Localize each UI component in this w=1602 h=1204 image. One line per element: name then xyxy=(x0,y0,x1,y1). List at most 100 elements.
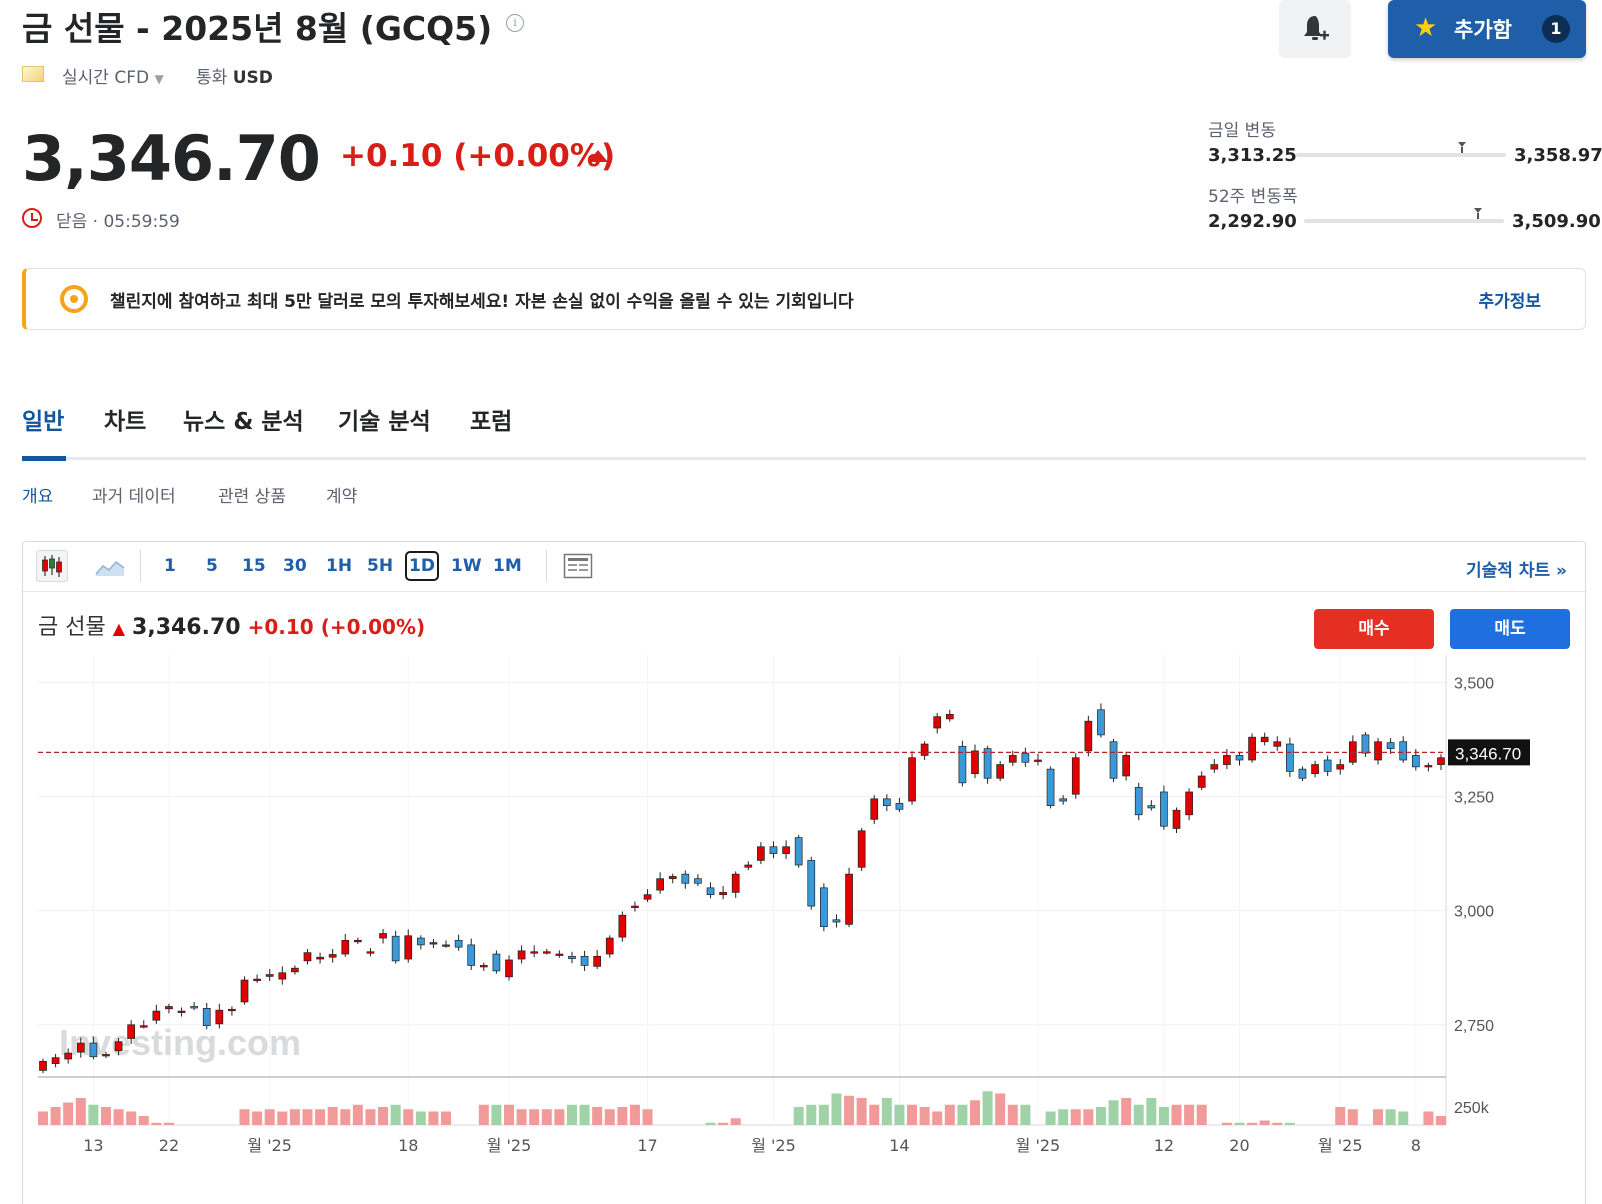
candle-body xyxy=(1411,755,1420,768)
candle-body xyxy=(51,1057,60,1064)
volume-bar xyxy=(806,1104,817,1125)
volume-bar xyxy=(138,1116,149,1125)
timeframe-5h[interactable]: 5H xyxy=(367,556,393,576)
clock-icon xyxy=(22,208,42,228)
x-tick-label: 18 xyxy=(398,1136,418,1155)
candle-body xyxy=(757,846,765,861)
info-icon[interactable]: i xyxy=(506,14,524,32)
volume-bar xyxy=(1083,1109,1094,1125)
volume-bar xyxy=(566,1104,577,1125)
volume-bar xyxy=(1133,1104,1144,1125)
currency-value: USD xyxy=(232,68,273,88)
timeframe-30min[interactable]: 30 xyxy=(283,556,307,576)
candle-body xyxy=(139,1025,148,1028)
volume-bar xyxy=(995,1093,1006,1125)
candle-body xyxy=(265,974,274,977)
candle-body xyxy=(971,750,979,775)
area-chart-icon[interactable] xyxy=(94,550,126,582)
candle-body xyxy=(1160,791,1168,827)
volume-bar xyxy=(932,1111,943,1125)
volume-bar xyxy=(352,1104,363,1125)
chart-change: +0.10 xyxy=(247,615,314,639)
x-tick-label: 8 xyxy=(1411,1136,1421,1155)
candle-body xyxy=(555,953,564,956)
candle-body xyxy=(354,939,362,943)
table-view-icon[interactable] xyxy=(562,550,594,582)
watchlist-label: 추가함 xyxy=(1454,18,1512,42)
arrow-up-icon xyxy=(588,150,608,162)
candle-body xyxy=(933,716,942,729)
realtime-cfd-dropdown[interactable]: 실시간 CFD ▼ xyxy=(62,63,164,88)
price-chart[interactable]: Investing.com3,346.703,5003,2503,0002,75… xyxy=(23,655,1583,1200)
candle-body xyxy=(1084,720,1093,752)
subtab-historical-data[interactable]: 과거 데이터 xyxy=(92,482,176,507)
add-alert-button[interactable] xyxy=(1279,0,1351,58)
volume-bar xyxy=(541,1109,552,1125)
subtab-overview[interactable]: 개요 xyxy=(22,482,53,507)
candle-body xyxy=(1097,709,1105,736)
timeframe-1w[interactable]: 1W xyxy=(451,556,482,576)
candle-body xyxy=(39,1060,47,1071)
candle-body xyxy=(1361,734,1370,754)
volume-bar xyxy=(75,1098,86,1125)
x-tick-label: 월 '25 xyxy=(1318,1136,1363,1155)
timeframe-1h[interactable]: 1H xyxy=(326,556,352,576)
week52-range-bar xyxy=(1304,219,1504,223)
candle-body xyxy=(983,748,992,779)
tab-general[interactable]: 일반 xyxy=(22,402,64,436)
timeframe-1d[interactable]: 1D xyxy=(405,551,439,581)
tab-technical-analysis[interactable]: 기술 분석 xyxy=(338,402,431,436)
subtab-contracts[interactable]: 계약 xyxy=(326,482,357,507)
tab-chart[interactable]: 차트 xyxy=(104,402,146,436)
candle-body xyxy=(807,860,816,907)
candle-body xyxy=(1147,805,1156,809)
candle-body xyxy=(731,873,740,893)
chart-quote-header: 금 선물 ▲ 3,346.70 +0.10 (+0.00%) xyxy=(38,609,425,641)
volume-bar xyxy=(1398,1111,1409,1125)
advanced-chart-link[interactable]: 기술적 차트 » xyxy=(1466,556,1567,581)
tab-news-analysis[interactable]: 뉴스 & 분석 xyxy=(183,402,304,436)
star-icon: ★ xyxy=(1414,13,1438,43)
x-tick-label: 14 xyxy=(889,1136,909,1155)
challenge-banner: 챌린지에 참여하고 최대 5만 달러로 모의 투자해보세요! 자본 손실 없이 … xyxy=(22,268,1586,330)
watchlist-button[interactable]: ★ 추가함 1 xyxy=(1388,0,1586,58)
volume-bar xyxy=(1436,1116,1446,1125)
timeframe-15min[interactable]: 15 xyxy=(242,556,266,576)
candle-body xyxy=(240,979,249,1003)
candle-body xyxy=(291,967,299,973)
day-range-label: 금일 변동 xyxy=(1208,121,1276,141)
candle-body xyxy=(895,803,904,810)
volume-bar xyxy=(1070,1109,1081,1125)
timeframe-5min[interactable]: 5 xyxy=(206,556,218,576)
candle-body xyxy=(1437,757,1445,765)
volume-bar xyxy=(705,1122,716,1125)
candle-body xyxy=(1311,764,1319,775)
volume-bar xyxy=(881,1098,892,1125)
candle-body xyxy=(580,955,589,966)
volume-bar xyxy=(982,1091,993,1125)
page-title: 금 선물 - 2025년 8월 (GCQ5) xyxy=(22,9,493,48)
volume-bar xyxy=(718,1122,729,1125)
timeframe-1min[interactable]: 1 xyxy=(164,556,176,576)
candle-body xyxy=(492,953,501,972)
tab-forum[interactable]: 포럼 xyxy=(470,402,512,436)
timeframe-1m[interactable]: 1M xyxy=(493,556,522,576)
volume-bar xyxy=(428,1111,439,1125)
cfd-flag-icon xyxy=(22,66,44,82)
volume-tick-label: 250k xyxy=(1454,1100,1490,1117)
volume-bar xyxy=(1373,1109,1384,1125)
currency-info: 통화 USD xyxy=(196,63,273,88)
candle-body xyxy=(1034,759,1042,762)
volume-bar xyxy=(315,1109,326,1125)
candlestick-icon[interactable] xyxy=(36,550,68,582)
buy-button[interactable]: 매수 xyxy=(1314,609,1434,649)
banner-more-link[interactable]: 추가정보 xyxy=(1478,287,1541,312)
subtab-related-products[interactable]: 관련 상품 xyxy=(218,482,286,507)
x-tick-label: 17 xyxy=(637,1136,657,1155)
sell-button[interactable]: 매도 xyxy=(1450,609,1570,649)
volume-bar xyxy=(529,1109,540,1125)
y-tick-label: 2,750 xyxy=(1454,1018,1494,1035)
candle-body xyxy=(1021,752,1030,763)
candle-body xyxy=(1424,765,1433,768)
volume-bar xyxy=(1121,1098,1132,1125)
